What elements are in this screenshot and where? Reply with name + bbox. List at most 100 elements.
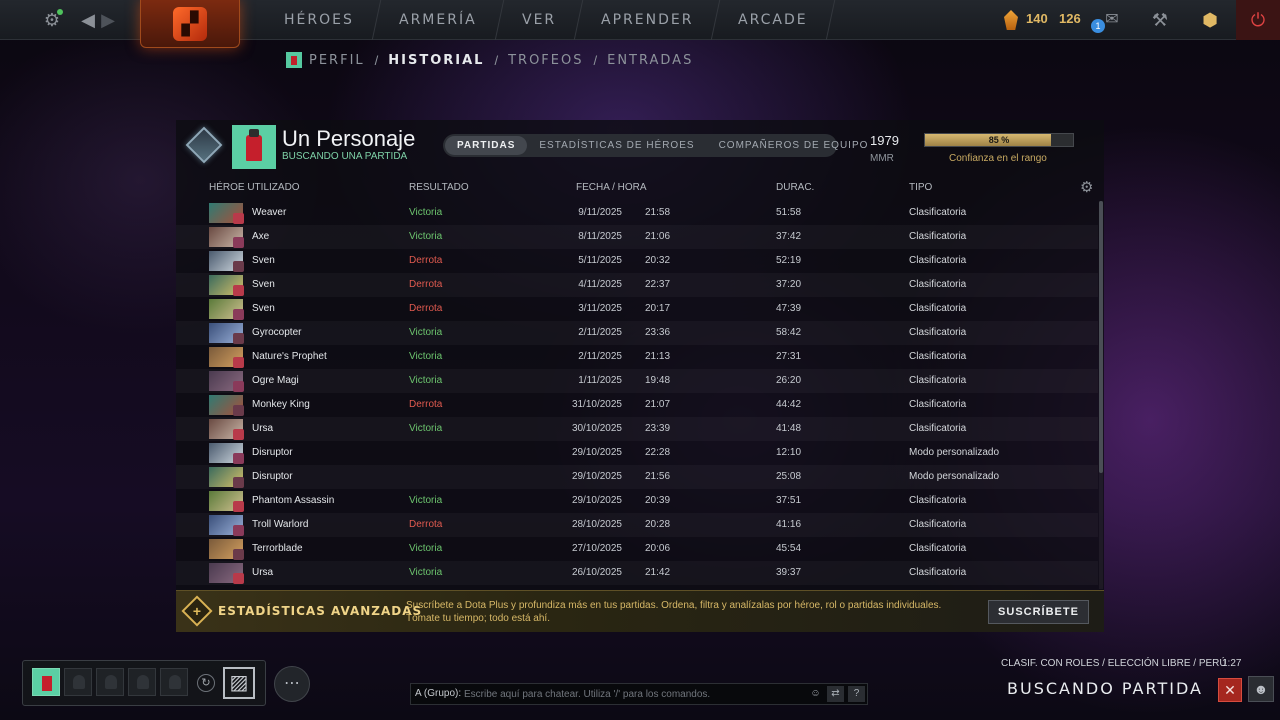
translate-icon[interactable]: ⇄	[827, 686, 844, 702]
hero-name: Gyrocopter	[252, 327, 302, 338]
subnav-tickets[interactable]: ENTRADAS	[607, 53, 693, 68]
nav-arcade[interactable]: ARCADE	[711, 0, 835, 40]
party-slot-self[interactable]	[32, 668, 60, 696]
role-badge-icon	[233, 549, 244, 560]
battle-pass-icon[interactable]: ▨	[223, 667, 255, 699]
role-badge-icon	[233, 429, 244, 440]
col-header-duration[interactable]: DURAC.	[776, 182, 814, 193]
match-date: 31/10/2025	[571, 399, 622, 410]
nav-armory[interactable]: ARMERÍA	[372, 0, 504, 40]
party-slot-empty[interactable]	[96, 668, 124, 696]
main-nav: HÉROES ARMERÍA VER APRENDER ARCADE	[257, 0, 835, 40]
hero-name: Sven	[252, 255, 275, 266]
scrollbar-thumb[interactable]	[1099, 201, 1103, 473]
emoji-icon[interactable]: ☺	[807, 686, 824, 702]
match-duration: 39:37	[776, 567, 802, 578]
chat-input[interactable]	[464, 685, 806, 703]
table-row[interactable]: Sven Derrota 4/11/2025 22:37 37:20 Clasificat…	[176, 273, 1098, 297]
match-type: Clasificatoria	[909, 327, 967, 338]
match-result: Victoria	[409, 423, 443, 434]
subnav-history[interactable]: HISTORIAL	[388, 53, 484, 68]
table-row[interactable]: Monkey King Derrota 31/10/2025 21:07 44:42 Cl…	[176, 393, 1098, 417]
match-duration: 45:54	[776, 543, 802, 554]
table-row[interactable]: Troll Warlord Derrota 28/10/2025 20:28 41:16…	[176, 513, 1098, 537]
power-icon[interactable]: ⏻	[1236, 0, 1280, 40]
match-date: 30/10/2025	[571, 423, 622, 434]
player-avatar[interactable]	[232, 125, 276, 169]
nav-heroes[interactable]: HÉROES	[257, 0, 382, 40]
hero-name: Weaver	[252, 207, 287, 218]
match-type: Clasificatoria	[909, 519, 967, 530]
table-row[interactable]: Gyrocopter Victoria 2/11/2025 23:36 58:42 Cla…	[176, 321, 1098, 345]
hero-portrait	[209, 347, 244, 368]
shards-count: 140	[1026, 11, 1048, 26]
match-duration: 25:08	[776, 471, 802, 482]
match-time: 20:17	[645, 303, 671, 314]
role-badge-icon	[233, 261, 244, 272]
party-slot-empty[interactable]	[128, 668, 156, 696]
hero-name: Disruptor	[252, 447, 293, 458]
scrollbar[interactable]	[1099, 201, 1103, 589]
col-header-date[interactable]: FECHA / HORA	[576, 182, 647, 193]
party-slot-empty[interactable]	[64, 668, 92, 696]
role-badge-icon	[233, 333, 244, 344]
hero-portrait	[209, 371, 244, 392]
hero-name: Ursa	[252, 567, 274, 578]
hero-name: Nature's Prophet	[252, 351, 327, 362]
hero-portrait	[209, 395, 244, 416]
subnav-trophies[interactable]: TROFEOS	[508, 53, 583, 68]
match-type: Clasificatoria	[909, 495, 967, 506]
table-settings-icon[interactable]: ⚙	[1080, 178, 1093, 196]
party-slot-empty[interactable]	[160, 668, 188, 696]
match-time: 20:28	[645, 519, 671, 530]
hero-portrait	[209, 227, 244, 248]
table-row[interactable]: Axe Victoria 8/11/2025 21:06 37:42 Clasificat…	[176, 225, 1098, 249]
table-row[interactable]: Disruptor 29/10/2025 21:56 25:08 Modo person…	[176, 465, 1098, 489]
hero-portrait	[209, 275, 244, 296]
subnav-profile[interactable]: PERFIL	[309, 53, 365, 68]
dota-logo[interactable]: ▞	[140, 0, 240, 48]
nav-watch[interactable]: VER	[495, 0, 583, 40]
col-header-hero[interactable]: HÉROE UTILIZADO	[209, 182, 300, 193]
table-row[interactable]: Ursa Victoria 30/10/2025 23:39 41:48 Clasific…	[176, 417, 1098, 441]
help-icon[interactable]: ?	[848, 686, 865, 702]
hero-name: Sven	[252, 279, 275, 290]
role-badge-icon	[233, 501, 244, 512]
table-row[interactable]: Ogre Magi Victoria 1/11/2025 19:48 26:20 Clas…	[176, 369, 1098, 393]
table-row[interactable]: Disruptor 29/10/2025 22:28 12:10 Modo person…	[176, 441, 1098, 465]
forward-icon[interactable]: ▶	[96, 8, 120, 32]
tab-teammates[interactable]: COMPAÑEROS DE EQUIPO	[707, 136, 881, 155]
table-row[interactable]: Sven Derrota 5/11/2025 20:32 52:19 Clasificat…	[176, 249, 1098, 273]
col-header-result[interactable]: RESULTADO	[409, 182, 469, 193]
col-header-type[interactable]: TIPO	[909, 182, 932, 193]
subscribe-button[interactable]: SUSCRÍBETE	[988, 600, 1089, 624]
rank-medal	[183, 126, 225, 164]
match-result: Derrota	[409, 399, 443, 410]
match-type: Clasificatoria	[909, 231, 967, 242]
table-row[interactable]: Nature's Prophet Victoria 2/11/2025 21:13 27…	[176, 345, 1098, 369]
mmr-value: 1979	[870, 133, 899, 148]
dota-plus-icon[interactable]: ⬢	[1196, 6, 1224, 34]
party-more-icon[interactable]: ⋯	[274, 666, 310, 702]
table-row[interactable]: Weaver Victoria 9/11/2025 21:58 51:58 Clasifi…	[176, 201, 1098, 225]
chat-channel-label[interactable]: A (Grupo):	[415, 684, 461, 704]
table-row[interactable]: Terrorblade Victoria 27/10/2025 20:06 45:54 C…	[176, 537, 1098, 561]
promo-title: ESTADÍSTICAS AVANZADAS	[218, 604, 423, 618]
table-row[interactable]: Ursa Victoria 26/10/2025 21:42 39:37 Clasific…	[176, 561, 1098, 585]
match-date: 5/11/2025	[578, 255, 622, 266]
match-date: 27/10/2025	[571, 543, 622, 554]
status-dot	[57, 9, 63, 15]
armory-icon[interactable]: ⚒	[1148, 8, 1172, 32]
person-icon[interactable]: ☻	[1248, 676, 1274, 702]
nav-learn[interactable]: APRENDER	[574, 0, 721, 40]
hero-name: Axe	[252, 231, 270, 242]
refresh-icon[interactable]: ↻	[197, 674, 215, 692]
tab-hero-stats[interactable]: ESTADÍSTICAS DE HÉROES	[527, 136, 706, 155]
match-time: 22:28	[645, 447, 671, 458]
match-type: Clasificatoria	[909, 543, 967, 554]
match-type: Clasificatoria	[909, 303, 967, 314]
table-row[interactable]: Sven Derrota 3/11/2025 20:17 47:39 Clasificat…	[176, 297, 1098, 321]
table-row[interactable]: Phantom Assassin Victoria 29/10/2025 20:39 3…	[176, 489, 1098, 513]
tab-matches[interactable]: PARTIDAS	[445, 136, 528, 155]
cancel-icon[interactable]: ✕	[1218, 678, 1242, 702]
